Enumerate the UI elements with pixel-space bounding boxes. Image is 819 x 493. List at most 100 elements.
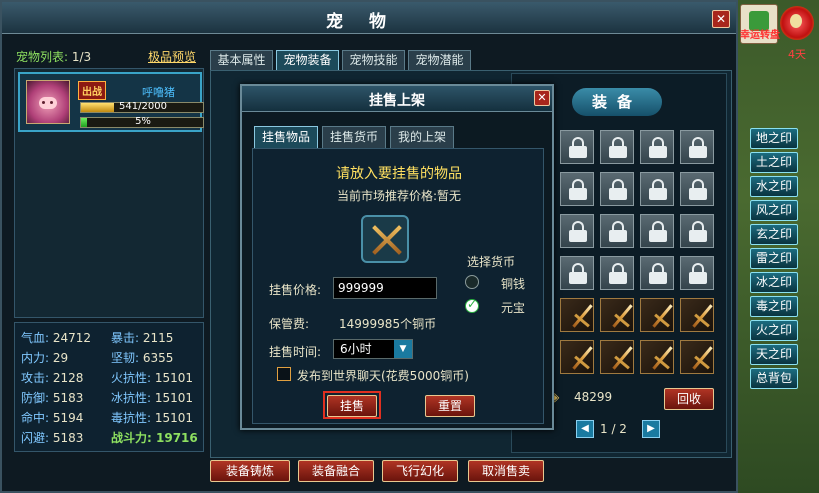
sell-button[interactable]: 挂售 <box>327 395 377 417</box>
seal-button-9[interactable]: 天之印 <box>750 344 798 365</box>
lock-icon <box>609 137 627 159</box>
sword-icon <box>605 302 633 330</box>
tab-sell-currency[interactable]: 挂售货币 <box>322 126 386 148</box>
chevron-down-icon[interactable]: ▼ <box>394 340 412 358</box>
lock-icon <box>609 263 627 285</box>
item-drop-slot[interactable] <box>361 215 409 263</box>
seal-button-3[interactable]: 风之印 <box>750 200 798 221</box>
recycle-button[interactable]: 回收 <box>664 388 714 410</box>
equip-slot-locked[interactable] <box>680 256 714 290</box>
equip-slot-sword[interactable] <box>640 340 674 374</box>
cancel-sale-button[interactable]: 取消售卖 <box>468 460 544 482</box>
tab-potential[interactable]: 宠物潜能 <box>408 50 471 70</box>
sell-dialog-title: 挂售上架 <box>369 93 425 109</box>
pet-card[interactable]: 出战 呼噜猪 541/2000 5% <box>18 72 204 132</box>
yuanbao-value: 48299 <box>574 390 613 404</box>
seal-button-0[interactable]: 地之印 <box>750 128 798 149</box>
equip-slot-locked[interactable] <box>600 172 634 206</box>
active-badge: 出战 <box>78 81 106 100</box>
pet-list-title: 宠物列表: <box>16 50 69 64</box>
equip-slot-locked[interactable] <box>560 172 594 206</box>
stat-hp: 气血: 24712 <box>21 331 92 345</box>
pet-list-count: 1/3 <box>71 50 92 64</box>
lock-icon <box>649 179 667 201</box>
tab-basic[interactable]: 基本属性 <box>210 50 273 70</box>
fuse-button[interactable]: 装备融合 <box>298 460 374 482</box>
equip-slot-locked[interactable] <box>640 130 674 164</box>
currency-select-title: 选择货币 <box>467 255 516 269</box>
exp-bar: 541/2000 <box>80 101 204 113</box>
tab-my-listings[interactable]: 我的上架 <box>390 126 454 148</box>
stat-crit: 暴击: 2115 <box>111 331 174 345</box>
equip-slot-sword[interactable] <box>600 340 634 374</box>
forge-button[interactable]: 装备铸炼 <box>210 460 290 482</box>
equip-slot-sword[interactable] <box>680 298 714 332</box>
equip-slot-sword[interactable] <box>680 340 714 374</box>
sword-icon <box>565 302 593 330</box>
sell-close-button[interactable]: ✕ <box>534 90 550 106</box>
equip-slot-locked[interactable] <box>640 214 674 248</box>
equip-slot-sword[interactable] <box>560 298 594 332</box>
sword-icon <box>645 302 673 330</box>
fee-label: 保管费: <box>269 317 310 331</box>
copper-label: 铜钱 <box>501 277 526 291</box>
lock-icon <box>609 179 627 201</box>
equip-slot-locked[interactable] <box>560 214 594 248</box>
price-label: 挂售价格: <box>269 283 322 297</box>
seal-button-4[interactable]: 玄之印 <box>750 224 798 245</box>
premium-preview-link[interactable]: 极品预览 <box>148 48 196 65</box>
equip-slot-locked[interactable] <box>680 214 714 248</box>
seal-button-7[interactable]: 毒之印 <box>750 296 798 317</box>
seal-button-1[interactable]: 土之印 <box>750 152 798 173</box>
copper-radio[interactable] <box>465 275 479 289</box>
lucky-wheel-icon[interactable] <box>778 4 818 44</box>
broadcast-checkbox[interactable] <box>277 367 291 381</box>
prev-page-button[interactable]: ◀ <box>576 420 594 438</box>
equip-slot-locked[interactable] <box>680 172 714 206</box>
close-button[interactable]: ✕ <box>712 10 730 28</box>
seal-button-10[interactable]: 总背包 <box>750 368 798 389</box>
time-label: 挂售时间: <box>269 345 322 359</box>
price-input[interactable]: 999999 <box>333 277 437 299</box>
next-page-button[interactable]: ▶ <box>642 420 660 438</box>
equip-slot-locked[interactable] <box>560 130 594 164</box>
pet-list-label: 宠物列表: 1/3 <box>16 48 91 65</box>
lock-icon <box>649 137 667 159</box>
stat-fire-res: 火抗性: 15101 <box>111 371 194 385</box>
equip-slot-locked[interactable] <box>600 130 634 164</box>
equip-slot-locked[interactable] <box>560 256 594 290</box>
seal-button-6[interactable]: 冰之印 <box>750 272 798 293</box>
yuanbao-radio[interactable] <box>465 297 479 313</box>
seal-button-5[interactable]: 雷之印 <box>750 248 798 269</box>
stat-hit: 命中: 5194 <box>21 411 84 425</box>
equip-slot-sword[interactable] <box>560 340 594 374</box>
lock-icon <box>689 221 707 243</box>
tab-sell-item[interactable]: 挂售物品 <box>254 126 318 148</box>
lock-icon <box>569 263 587 285</box>
sell-prompt: 请放入要挂售的物品 <box>336 166 462 182</box>
game-world-background <box>729 0 819 493</box>
equip-slot-locked[interactable] <box>680 130 714 164</box>
lock-icon <box>649 263 667 285</box>
equip-slot-locked[interactable] <box>640 172 674 206</box>
stat-ice-res: 冰抗性: 15101 <box>111 391 194 405</box>
equip-slot-locked[interactable] <box>640 256 674 290</box>
seal-button-2[interactable]: 水之印 <box>750 176 798 197</box>
equip-slot-sword[interactable] <box>600 298 634 332</box>
equip-title: 装备 <box>572 88 662 116</box>
tab-skill[interactable]: 宠物技能 <box>342 50 405 70</box>
exp-text: 541/2000 <box>119 101 167 112</box>
flight-button[interactable]: 飞行幻化 <box>382 460 458 482</box>
lock-icon <box>569 221 587 243</box>
pet-name: 呼噜猪 <box>142 86 175 99</box>
lock-icon <box>689 263 707 285</box>
stat-poison-res: 毒抗性: 15101 <box>111 411 194 425</box>
equip-slot-locked[interactable] <box>600 256 634 290</box>
reset-button[interactable]: 重置 <box>425 395 475 417</box>
tab-equip[interactable]: 宠物装备 <box>276 50 339 70</box>
equip-slot-locked[interactable] <box>600 214 634 248</box>
equip-slot-sword[interactable] <box>640 298 674 332</box>
yuanbao-radio-label: 元宝 <box>501 301 526 315</box>
time-select[interactable]: 6小时 ▼ <box>333 339 413 359</box>
seal-button-8[interactable]: 火之印 <box>750 320 798 341</box>
